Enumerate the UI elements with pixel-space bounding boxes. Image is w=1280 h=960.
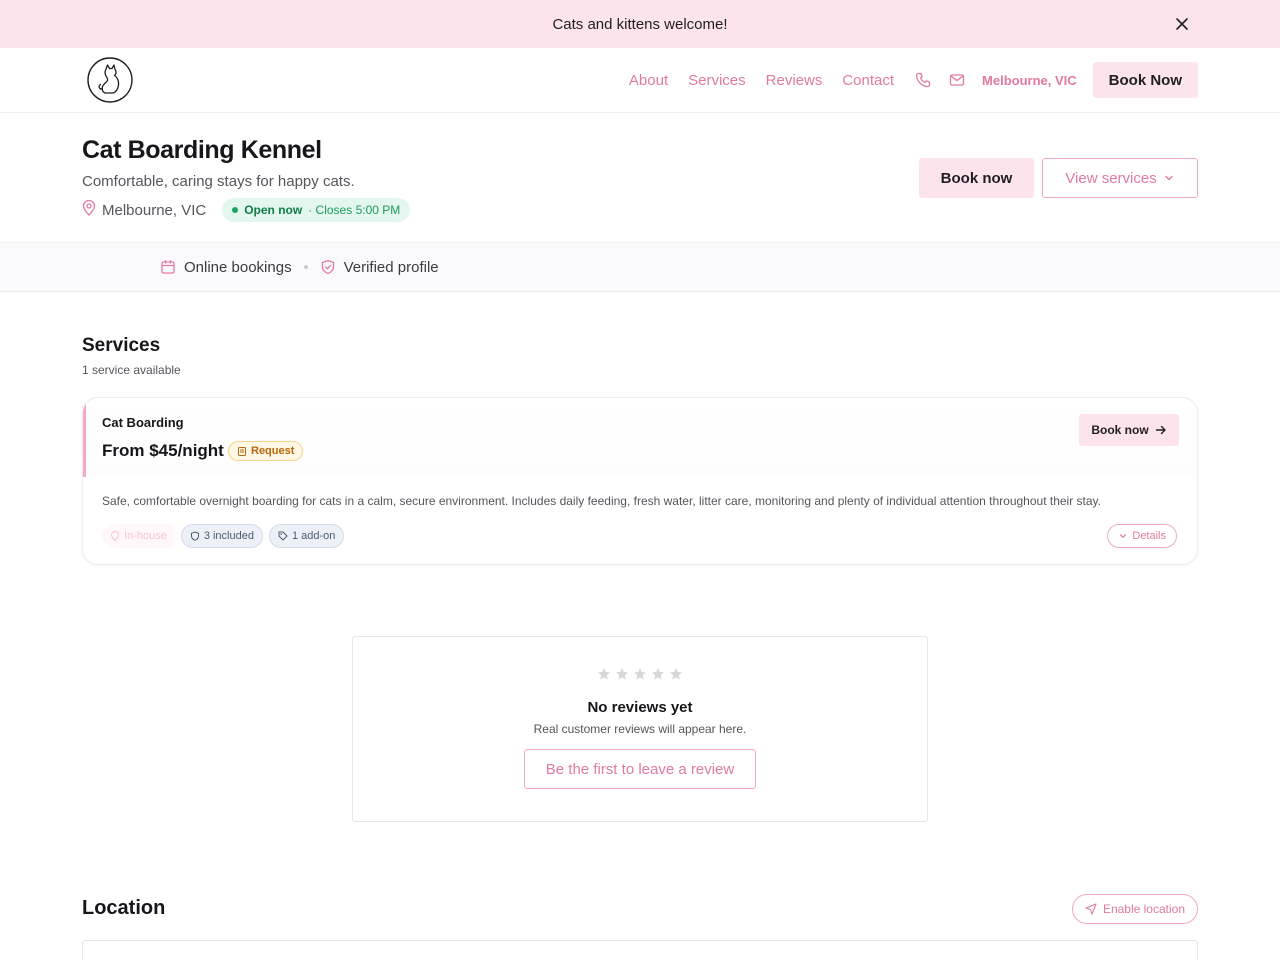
nav-location[interactable]: Melbourne, VIC	[982, 73, 1077, 88]
view-services-label: View services	[1065, 169, 1157, 187]
enable-location-button[interactable]: Enable location	[1071, 894, 1198, 924]
feature-online-bookings: Online bookings	[160, 259, 292, 276]
request-badge-label: Request	[251, 445, 295, 457]
top-nav: About Services Reviews Contact Melbourne…	[0, 48, 1280, 113]
business-location: Melbourne, VIC	[102, 201, 207, 219]
star-rating	[353, 667, 927, 681]
services-title: Services	[82, 335, 161, 356]
calendar-icon	[161, 259, 175, 274]
star-icon	[652, 668, 664, 680]
arrow-right-icon	[1155, 425, 1166, 435]
nav-book-button[interactable]: Book Now	[1092, 62, 1198, 98]
announcement-text: Cats and kittens welcome!	[552, 15, 728, 33]
feature-label: Online bookings	[184, 258, 292, 276]
nav-link-reviews[interactable]: Reviews	[766, 72, 823, 89]
book-now-button[interactable]: Book now	[919, 158, 1034, 198]
service-price: From $45/night	[102, 441, 224, 460]
star-icon	[598, 668, 610, 680]
service-accent-bar	[83, 398, 86, 477]
tagline: Comfortable, caring stays for happy cats…	[82, 173, 355, 190]
business-meta: Melbourne, VIC Open now · Closes 5:00 PM	[82, 198, 411, 222]
feature-label: Verified profile	[343, 258, 439, 276]
status-dot	[232, 207, 239, 213]
business-header: Cat Boarding Kennel Comfortable, caring …	[0, 113, 1280, 242]
service-name: Cat Boarding	[102, 415, 184, 430]
feature-verified-profile: Verified profile	[320, 259, 439, 276]
map-pin-icon	[110, 531, 120, 541]
reviews-empty-state: No reviews yet Real customer reviews wil…	[352, 636, 928, 822]
star-icon	[616, 668, 628, 680]
services-count: 1 service available	[82, 363, 181, 377]
tag-add-on[interactable]: 1 add-on	[268, 524, 345, 548]
page-title: Cat Boarding Kennel	[82, 136, 322, 164]
star-icon	[670, 668, 682, 680]
chevron-down-icon	[1165, 175, 1173, 181]
nav-link-about[interactable]: About	[629, 72, 668, 89]
navigation-arrow-icon	[1085, 903, 1097, 915]
service-description: Safe, comfortable overnight boarding for…	[102, 494, 1101, 508]
phone-icon[interactable]	[914, 71, 932, 89]
details-label: Details	[1132, 530, 1166, 542]
service-book-label: Book now	[1091, 423, 1149, 437]
announcement-bar: Cats and kittens welcome!	[0, 0, 1280, 48]
location-title: Location	[82, 897, 166, 919]
service-card: Cat Boarding From $45/night Request Book…	[82, 397, 1198, 565]
reviews-title: No reviews yet	[587, 699, 693, 716]
service-card-header: Cat Boarding From $45/night Request Book…	[83, 398, 1197, 477]
location-card	[82, 940, 1198, 960]
close-icon[interactable]	[1172, 14, 1192, 34]
tag-label: 3 included	[203, 530, 254, 542]
request-badge: Request	[228, 441, 304, 461]
tag-included[interactable]: 3 included	[180, 524, 263, 548]
tag-label: In-house	[124, 530, 167, 542]
shield-icon	[190, 531, 199, 541]
reviews-subtitle: Real customer reviews will appear here.	[533, 722, 747, 736]
hero-actions: Book now View services	[919, 158, 1198, 198]
cat-logo[interactable]	[86, 56, 134, 104]
status-badge: Open now · Closes 5:00 PM	[222, 198, 411, 222]
chevron-down-icon	[1120, 534, 1127, 538]
clipboard-icon	[238, 447, 246, 456]
nav-link-contact[interactable]: Contact	[842, 72, 894, 89]
leave-review-button[interactable]: Be the first to leave a review	[524, 749, 756, 789]
feature-strip: Online bookings Verified profile	[0, 242, 1280, 292]
enable-location-label: Enable location	[1102, 902, 1185, 916]
mail-icon[interactable]	[948, 71, 966, 89]
status-closes: · Closes 5:00 PM	[308, 203, 401, 217]
price-tag-icon	[278, 531, 288, 541]
status-open: Open now	[244, 203, 303, 217]
shield-check-icon	[321, 259, 334, 275]
map-pin-icon	[82, 199, 96, 221]
tag-label: 1 add-on	[291, 530, 336, 542]
service-book-button[interactable]: Book now	[1079, 414, 1179, 446]
nav-links: About Services Reviews Contact Melbourne…	[629, 62, 1198, 98]
star-icon	[634, 668, 646, 680]
nav-link-services[interactable]: Services	[688, 72, 746, 89]
details-button[interactable]: Details	[1107, 524, 1177, 548]
separator-dot	[303, 265, 308, 269]
service-tags: In-house 3 included 1 add-on	[102, 524, 350, 548]
view-services-button[interactable]: View services	[1042, 158, 1198, 198]
tag-in-house: In-house	[102, 524, 175, 548]
